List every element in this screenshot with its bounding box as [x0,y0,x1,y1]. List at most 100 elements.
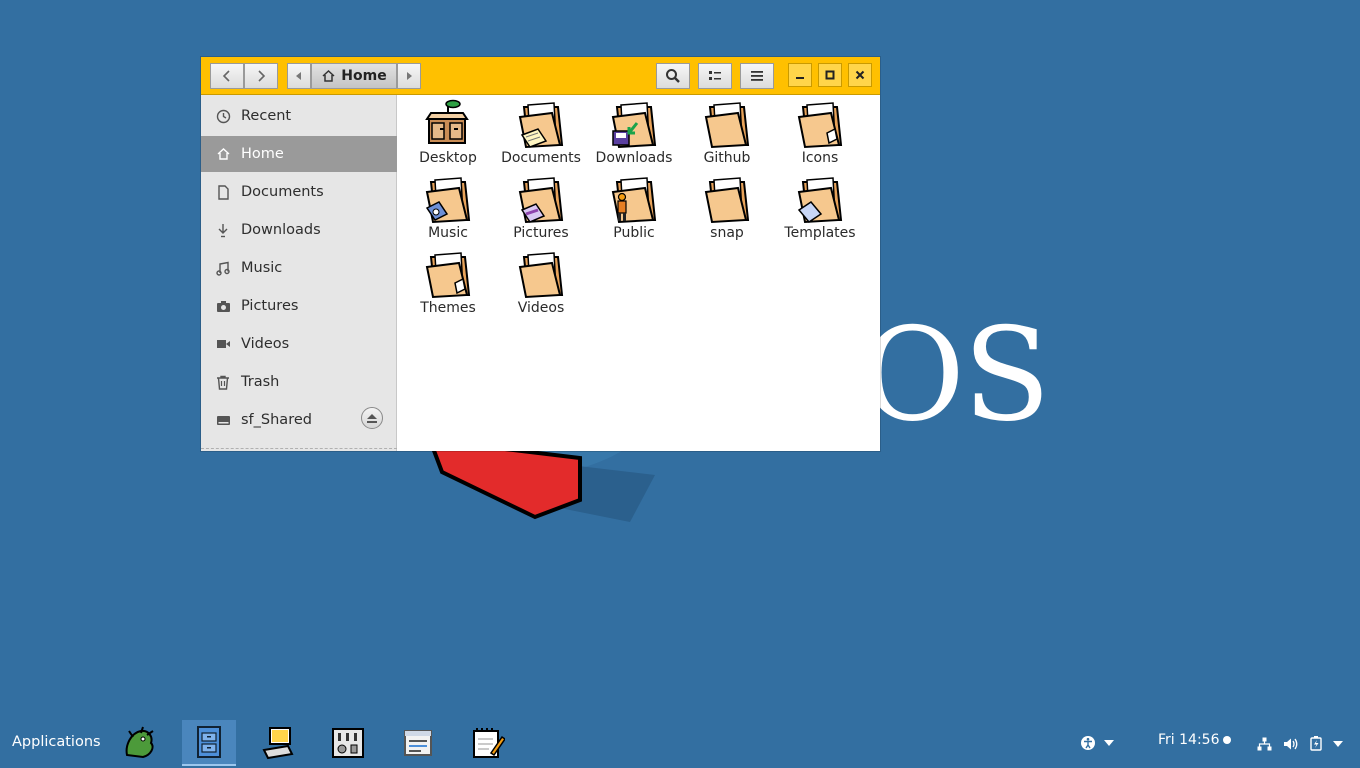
pathbar-scroll-left[interactable] [287,63,311,89]
sidebar-item-sf-shared[interactable]: sf_Shared [201,402,397,438]
file-item-github[interactable]: Github [681,99,773,173]
downloads-folder-icon [611,102,657,149]
battery-icon [1310,736,1322,751]
dragon-icon [125,726,154,759]
file-item-label: Videos [517,300,565,316]
sidebar-item-home[interactable]: Home [201,136,397,172]
sidebar-item-label: Home [241,146,284,162]
file-item-themes[interactable]: Themes [402,249,494,323]
chevron-down-icon [1104,740,1114,746]
folder-icon [704,177,750,224]
file-item-templates[interactable]: Templates [774,174,866,248]
sidebar-item-downloads[interactable]: Downloads [201,212,397,248]
download-icon [215,222,231,238]
triangle-left-icon [296,72,301,80]
sidebar-item-trash[interactable]: Trash [201,364,397,400]
clock-icon [215,108,231,124]
sidebar-item-label: sf_Shared [241,412,312,428]
wallpaper-text: OS [860,301,1051,450]
eject-button[interactable] [361,407,383,429]
file-item-public[interactable]: Public [588,174,680,248]
sidebar-item-videos[interactable]: Videos [201,326,397,362]
launcher-dragon[interactable] [113,720,165,766]
icons-folder-icon [797,102,843,149]
home-icon [215,146,231,162]
minimize-icon [796,77,804,79]
camera-icon [215,298,231,314]
sidebar-item-label: Downloads [241,222,321,238]
file-item-pictures[interactable]: Pictures [495,174,587,248]
minimize-button[interactable] [788,63,812,87]
folder-icon [704,102,750,149]
maximize-button[interactable] [818,63,842,87]
file-item-label: Music [428,225,468,241]
launcher-mixer[interactable] [322,720,374,766]
back-button[interactable] [210,63,244,89]
file-item-icons[interactable]: Icons [774,99,866,173]
computer-icon [262,727,294,760]
file-item-label: Github [703,150,751,166]
launcher-computer[interactable] [252,720,304,766]
triangle-right-icon [407,72,412,80]
file-item-downloads[interactable]: Downloads [588,99,680,173]
file-item-label: Public [613,225,655,241]
file-item-label: Icons [801,150,839,166]
file-item-label: Desktop [419,150,477,166]
music-folder-icon [425,177,471,224]
sidebar: Recent Home Documents Downloads Music Pi… [201,95,397,451]
pathbar-scroll-right[interactable] [397,63,421,89]
file-item-label: Downloads [595,150,673,166]
sidebar-item-pictures[interactable]: Pictures [201,288,397,324]
system-menu[interactable] [1257,736,1343,751]
chevron-left-icon [222,70,230,82]
menu-button[interactable] [740,63,774,89]
file-item-label: Pictures [513,225,569,241]
pictures-folder-icon [518,177,564,224]
window-icon [404,730,432,756]
clock[interactable]: Fri 14:56 [1158,732,1232,748]
sidebar-item-label: Recent [241,108,292,124]
search-icon [666,69,680,83]
accessibility-menu[interactable] [1080,735,1114,751]
drive-icon [215,412,231,428]
clock-text: Fri 14:56 [1158,732,1220,748]
file-manager-window: Home Recent Home Documents Downloads Mus… [201,57,880,451]
chevron-right-icon [258,70,266,82]
mixer-icon [332,728,364,758]
launcher-notepad[interactable] [462,720,514,766]
file-cabinet-icon [197,726,221,758]
launcher-file-manager[interactable] [182,720,236,766]
chevron-down-icon [1333,740,1343,747]
file-item-label: Documents [501,150,581,166]
file-item-desktop[interactable]: Desktop [402,99,494,173]
file-item-label: Themes [420,300,476,316]
sidebar-item-documents[interactable]: Documents [201,174,397,210]
forward-button[interactable] [244,63,278,89]
file-item-videos[interactable]: Videos [495,249,587,323]
eject-icon [367,413,377,423]
sidebar-item-music[interactable]: Music [201,250,397,286]
file-item-documents[interactable]: Documents [495,99,587,173]
public-folder-icon [611,177,657,224]
documents-folder-icon [518,102,564,149]
search-button[interactable] [656,63,690,89]
sidebar-item-recent[interactable]: Recent [201,98,397,134]
desktop-folder-icon [425,99,469,144]
close-icon [855,70,865,80]
trash-icon [215,374,231,390]
sidebar-item-label: Pictures [241,298,299,314]
music-icon [215,260,231,276]
applications-menu[interactable]: Applications [12,734,101,750]
maximize-icon [825,70,835,80]
pathbar-home-button[interactable]: Home [311,63,397,89]
accessibility-icon [1081,736,1095,750]
sidebar-item-label: Videos [241,336,290,352]
headerbar: Home [201,57,880,95]
file-item-snap[interactable]: snap [681,174,773,248]
close-button[interactable] [848,63,872,87]
file-item-label: snap [710,225,744,241]
file-item-music[interactable]: Music [402,174,494,248]
pathbar-home-label: Home [341,68,387,84]
view-mode-button[interactable] [698,63,732,89]
launcher-window[interactable] [392,720,444,766]
